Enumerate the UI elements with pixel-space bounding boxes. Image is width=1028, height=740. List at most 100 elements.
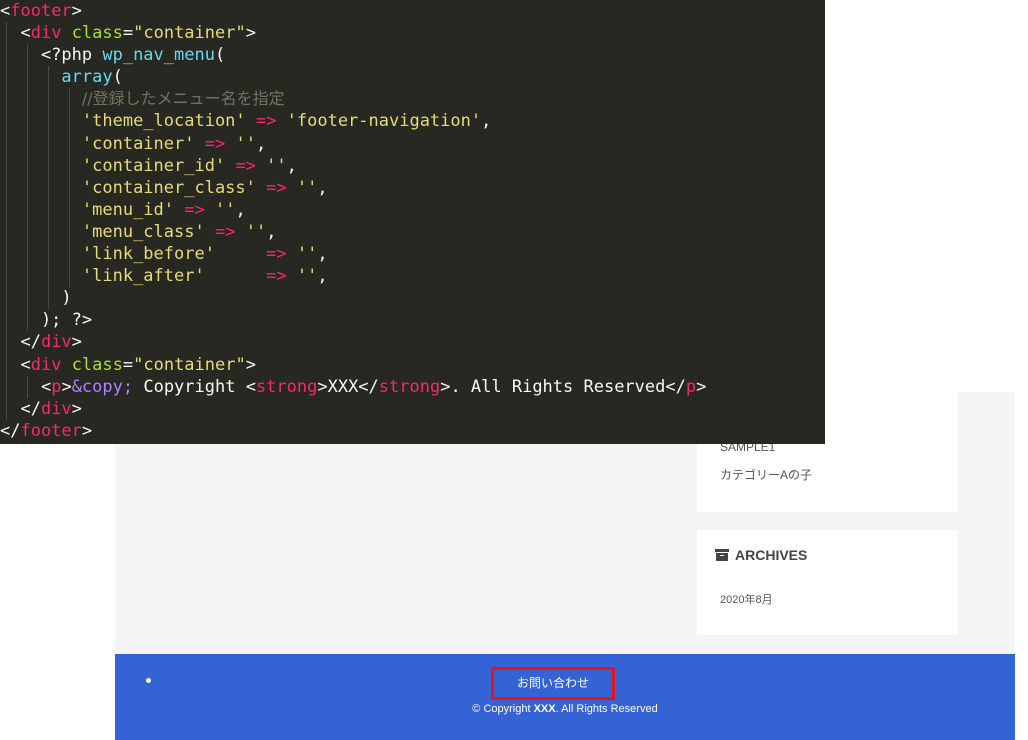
code-token: => bbox=[266, 266, 287, 287]
page-margin bbox=[1015, 392, 1028, 740]
code-token: < bbox=[0, 376, 52, 397]
code-token: ) bbox=[0, 288, 72, 309]
code-token: <?php bbox=[0, 45, 103, 66]
code-token: '' bbox=[215, 199, 236, 220]
code-line: 'container_id' => '', bbox=[0, 154, 825, 177]
archives-widget bbox=[697, 530, 958, 635]
code-line: 'container_class' => '', bbox=[0, 176, 825, 199]
code-token: footer bbox=[10, 1, 72, 21]
code-token: '' bbox=[245, 221, 267, 242]
code-line: </div> bbox=[0, 331, 825, 354]
copyright-owner: XXX bbox=[533, 703, 556, 715]
code-line: 'theme_location' => 'footer-navigation', bbox=[0, 110, 825, 133]
code-token: 'footer-navigation' bbox=[286, 111, 482, 132]
code-token: < bbox=[0, 354, 31, 375]
code-line: <div class="container"> bbox=[0, 22, 825, 45]
code-token: => bbox=[255, 111, 277, 132]
code-line: </footer> bbox=[0, 420, 825, 442]
category-item[interactable]: カテゴリーAの子 bbox=[720, 466, 812, 483]
code-token: 'theme_location' bbox=[81, 111, 246, 132]
footer-nav-contact-link[interactable]: お問い合わせ bbox=[491, 667, 615, 700]
archives-title-text: ARCHIVES bbox=[735, 547, 808, 563]
code-token: '' bbox=[296, 177, 318, 198]
code-token: div bbox=[30, 354, 62, 375]
code-line: <footer> bbox=[0, 0, 825, 22]
code-line: 'container' => '', bbox=[0, 132, 825, 155]
code-token: => bbox=[204, 133, 226, 154]
code-token: strong bbox=[255, 376, 318, 397]
code-token: < bbox=[0, 1, 11, 21]
archives-title: ARCHIVES bbox=[715, 547, 807, 563]
code-token: ); ?> bbox=[0, 310, 93, 331]
code-token: > bbox=[71, 332, 82, 353]
code-token: 'container_id' bbox=[81, 155, 226, 176]
code-token: div bbox=[30, 23, 62, 44]
code-line: <?php wp_nav_menu( bbox=[0, 44, 825, 67]
code-token: , bbox=[317, 177, 328, 198]
code-token: > bbox=[71, 1, 82, 21]
code-line: 'menu_class' => '', bbox=[0, 220, 825, 244]
code-token: ( bbox=[214, 45, 226, 66]
archive-item[interactable]: 2020年8月 bbox=[720, 591, 773, 607]
list-bullet bbox=[146, 678, 151, 683]
code-token: 'container_class' bbox=[81, 177, 256, 198]
code-token: 'menu_id' bbox=[81, 199, 175, 220]
code-line: //登録したメニュー名を指定 bbox=[0, 88, 825, 111]
code-token: >XXX</ bbox=[317, 376, 379, 397]
code-line: ) bbox=[0, 287, 825, 310]
code-line: 'link_after' => '', bbox=[0, 265, 825, 288]
code-token: class bbox=[71, 354, 123, 375]
code-token: wp_nav_menu bbox=[102, 45, 215, 66]
code-token: </ bbox=[0, 420, 21, 441]
code-token: > bbox=[81, 420, 93, 441]
code-line: 'menu_id' => '', bbox=[0, 198, 825, 221]
code-token: , bbox=[255, 133, 267, 154]
code-token: = bbox=[122, 23, 134, 44]
code-line: <p>&copy; Copyright <strong>XXX</strong>… bbox=[0, 375, 825, 398]
code-token: => bbox=[266, 177, 287, 198]
code-editor: <footer> <div class="container"> <?php w… bbox=[0, 0, 825, 444]
code-token: class bbox=[71, 23, 123, 44]
copyright-prefix: © Copyright bbox=[472, 703, 534, 715]
code-lines: <footer> <div class="container"> <?php w… bbox=[0, 0, 825, 442]
code-token: => bbox=[214, 221, 236, 242]
code-token: 'menu_class' bbox=[81, 221, 205, 242]
code-token: '' bbox=[235, 133, 256, 154]
code-token: p bbox=[685, 376, 697, 397]
code-token: > bbox=[696, 376, 707, 397]
code-token: , bbox=[317, 266, 328, 287]
code-token: => bbox=[266, 244, 287, 265]
copyright-suffix: . All Rights Reserved bbox=[555, 703, 658, 715]
code-token: 'link_before' bbox=[81, 244, 215, 265]
code-token: => bbox=[184, 199, 205, 220]
code-token: array bbox=[61, 67, 113, 88]
code-token: "container" bbox=[133, 354, 246, 375]
code-token: footer bbox=[20, 420, 82, 441]
code-line: array( bbox=[0, 66, 825, 89]
code-token: ( bbox=[112, 67, 123, 88]
code-token: strong bbox=[378, 376, 441, 397]
code-token: > bbox=[71, 398, 82, 419]
code-token: "container" bbox=[133, 23, 246, 44]
code-token: > bbox=[245, 23, 256, 44]
code-token: > bbox=[61, 376, 72, 397]
code-token: p bbox=[51, 376, 62, 397]
code-token: , bbox=[481, 111, 492, 132]
code-token: div bbox=[40, 332, 72, 353]
code-line: </div> bbox=[0, 397, 825, 420]
